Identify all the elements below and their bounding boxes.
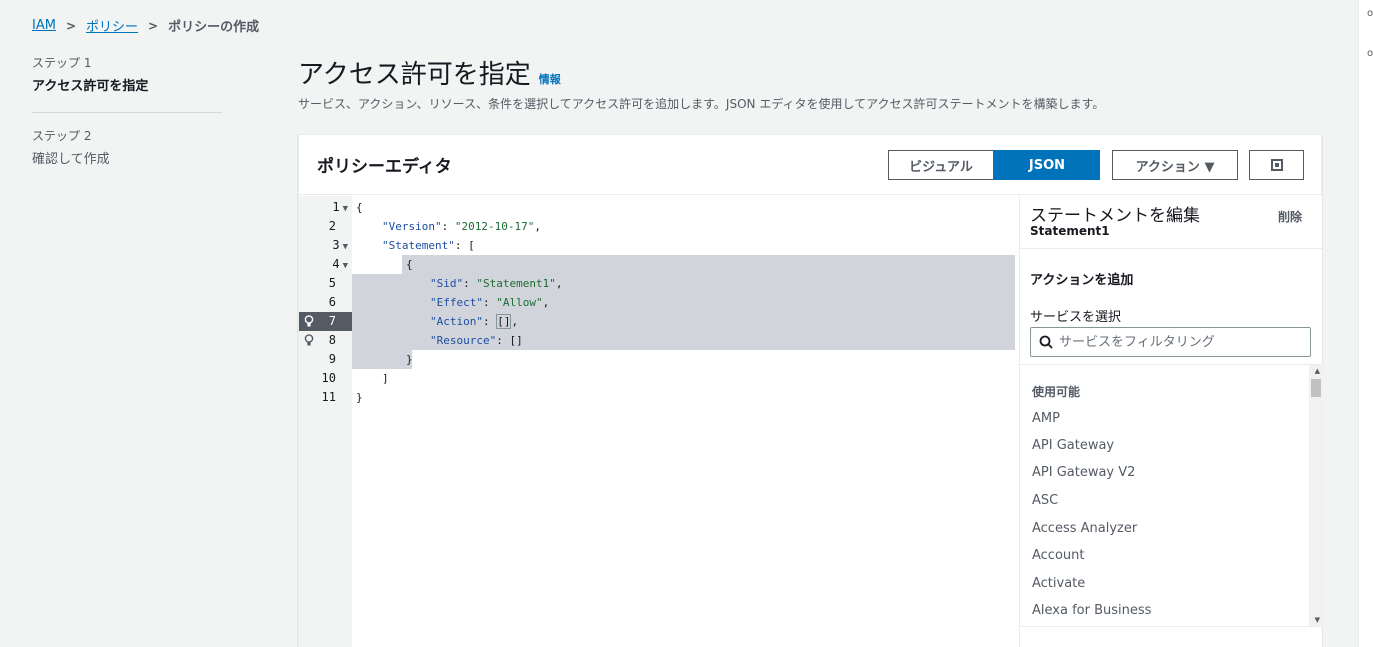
wizard-steps: ステップ 1 アクセス許可を指定 ステップ 2 確認して作成 xyxy=(32,54,222,167)
service-select-label: サービスを選択 xyxy=(1030,310,1122,325)
fold-arrow-icon[interactable]: ▼ xyxy=(343,204,348,214)
step-1: ステップ 1 アクセス許可を指定 xyxy=(32,54,222,94)
side-strip: o o xyxy=(1358,0,1373,647)
code-line: "Sid": "Statement1", xyxy=(430,277,563,290)
service-search-input[interactable] xyxy=(1059,334,1299,350)
code-line: { xyxy=(356,201,363,214)
line-number: 9 xyxy=(328,352,336,366)
add-action-heading: アクションを追加 xyxy=(1030,273,1134,288)
service-option[interactable]: Account xyxy=(1032,548,1085,563)
service-option[interactable]: ASC xyxy=(1032,493,1058,508)
line-number: 6 xyxy=(328,295,336,309)
step-2[interactable]: ステップ 2 確認して作成 xyxy=(32,127,222,167)
service-option[interactable]: AMP xyxy=(1032,411,1060,426)
step-1-title: アクセス許可を指定 xyxy=(32,79,149,94)
breadcrumb-current: ポリシーの作成 xyxy=(168,20,260,35)
mode-toggle: ビジュアル JSON xyxy=(888,150,1100,180)
step-divider xyxy=(32,112,222,113)
info-link[interactable]: 情報 xyxy=(539,71,561,87)
search-icon xyxy=(1039,335,1053,349)
code-content[interactable]: { "Version": "2012-10-17", "Statement": … xyxy=(352,196,1015,647)
fold-arrow-icon[interactable]: ▼ xyxy=(343,242,348,252)
panel-divider xyxy=(1020,248,1322,249)
line-gutter: 1 ▼ 2 3 ▼ 4 ▼ 5 6 7 8 9 10 11 xyxy=(299,196,352,647)
delete-button[interactable]: 削除 xyxy=(1278,208,1302,225)
line-number: 5 xyxy=(328,276,336,290)
line-number: 2 xyxy=(328,219,336,233)
code-line: "Statement": [ xyxy=(382,239,475,252)
code-line: "Effect": "Allow", xyxy=(430,296,550,309)
chevron-right-icon: > xyxy=(65,18,77,33)
line-number: 1 ▼ xyxy=(332,200,348,214)
statement-name: Statement1 xyxy=(1030,224,1110,238)
fullscreen-button[interactable] xyxy=(1249,150,1304,180)
breadcrumb-policies-link[interactable]: ポリシー xyxy=(86,16,138,35)
line-number: 4 ▼ xyxy=(332,257,348,271)
policy-editor: ポリシーエディタ ビジュアル JSON アクション ▼ 1 ▼ 2 3 ▼ 4 ▼ 5… xyxy=(298,134,1323,647)
page-title: アクセス許可を指定 情報 xyxy=(298,54,561,91)
breadcrumb: IAM > ポリシー > ポリシーの作成 xyxy=(32,16,259,35)
service-list-scrollbar[interactable]: ▲ ▼ xyxy=(1309,365,1323,626)
step-2-label: ステップ 2 xyxy=(32,129,92,143)
code-line: ] xyxy=(382,372,389,385)
line-number: 3 ▼ xyxy=(332,238,348,252)
scrollbar-thumb[interactable] xyxy=(1311,379,1321,397)
page-title-text: アクセス許可を指定 xyxy=(298,60,531,90)
line-number: 11 xyxy=(321,390,336,404)
step-2-title: 確認して作成 xyxy=(32,152,110,167)
visual-mode-button[interactable]: ビジュアル xyxy=(888,150,994,180)
json-mode-button[interactable]: JSON xyxy=(994,150,1100,180)
service-search[interactable] xyxy=(1030,327,1311,357)
service-option[interactable]: API Gateway xyxy=(1032,438,1114,453)
selection-highlight xyxy=(352,350,412,369)
edit-statement-panel: ステートメントを編集 Statement1 削除 アクションを追加 サービスを選… xyxy=(1019,196,1323,647)
panel-title: ステートメントを編集 xyxy=(1030,206,1200,226)
editor-title: ポリシーエディタ xyxy=(317,157,452,177)
service-option[interactable]: Access Analyzer xyxy=(1032,521,1137,536)
scroll-down-icon[interactable]: ▼ xyxy=(1315,616,1320,624)
info-icon[interactable]: o xyxy=(1367,48,1373,59)
available-group-label: 使用可能 xyxy=(1032,385,1081,399)
line-number: 8 xyxy=(299,331,352,350)
line-number: 10 xyxy=(321,371,336,385)
chevron-right-icon: > xyxy=(148,18,159,33)
breadcrumb-iam-link[interactable]: IAM xyxy=(32,18,56,33)
lightbulb-icon[interactable] xyxy=(304,334,314,347)
step-1-label: ステップ 1 xyxy=(32,56,92,70)
service-option[interactable]: API Gateway V2 xyxy=(1032,465,1135,480)
code-line: "Action": [], xyxy=(430,314,519,329)
scroll-up-icon[interactable]: ▲ xyxy=(1315,367,1320,375)
code-line: "Version": "2012-10-17", xyxy=(382,220,541,233)
fullscreen-icon xyxy=(1270,159,1283,171)
info-icon[interactable]: o xyxy=(1367,8,1373,19)
code-line: { xyxy=(406,258,413,271)
code-line: "Resource": [] xyxy=(430,334,523,347)
service-list: 使用可能 AMP API Gateway API Gateway V2 ASC … xyxy=(1020,364,1323,627)
line-number-active: 7 xyxy=(299,312,352,331)
service-option[interactable]: Alexa for Business xyxy=(1032,603,1151,618)
editor-header: ポリシーエディタ ビジュアル JSON アクション ▼ xyxy=(299,135,1321,195)
actions-dropdown-button[interactable]: アクション ▼ xyxy=(1112,150,1238,180)
service-option[interactable]: Activate xyxy=(1032,576,1085,591)
lightbulb-icon[interactable] xyxy=(304,315,314,328)
fold-arrow-icon[interactable]: ▼ xyxy=(343,261,348,271)
code-line: } xyxy=(406,353,413,366)
code-line: } xyxy=(356,391,363,404)
code-editor[interactable]: 1 ▼ 2 3 ▼ 4 ▼ 5 6 7 8 9 10 11 { "Version": … xyxy=(299,196,1015,647)
page-description: サービス、アクション、リソース、条件を選択してアクセス許可を追加します。JSON… xyxy=(298,97,1105,111)
